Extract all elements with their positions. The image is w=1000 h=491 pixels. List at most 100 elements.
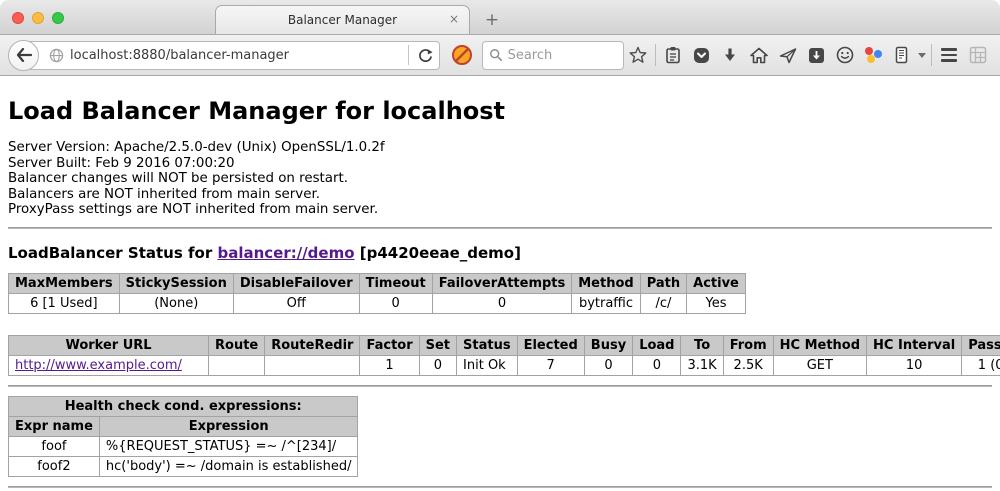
cell-routeredir bbox=[265, 355, 360, 375]
server-version-line: Server Version: Apache/2.5.0-dev (Unix) … bbox=[8, 140, 992, 156]
divider bbox=[8, 486, 992, 488]
cell-active: Yes bbox=[687, 293, 746, 313]
search-icon bbox=[489, 48, 503, 62]
worker-data-row: http://www.example.com/ 1 0 Init Ok 7 0 … bbox=[9, 355, 1000, 375]
url-bar[interactable]: localhost:8880/balancer-manager bbox=[24, 41, 440, 70]
col-elected: Elected bbox=[517, 335, 584, 355]
cell-from: 2.5K bbox=[723, 355, 773, 375]
col-hc-method: HC Method bbox=[773, 335, 866, 355]
cell-expr-name: foof2 bbox=[9, 456, 100, 476]
col-factor: Factor bbox=[360, 335, 419, 355]
health-header-row: Expr name Expression bbox=[9, 416, 358, 436]
tab-title: Balancer Manager bbox=[288, 13, 397, 27]
notebook-extension-button[interactable] bbox=[887, 40, 916, 70]
inherit-note-line: Balancers are NOT inherited from main se… bbox=[8, 187, 992, 203]
cell-busy: 0 bbox=[584, 355, 632, 375]
cell-route bbox=[209, 355, 265, 375]
cell-hc-method: GET bbox=[773, 355, 866, 375]
back-button[interactable] bbox=[8, 40, 39, 71]
downloads-button[interactable] bbox=[716, 40, 745, 70]
balancer-table: MaxMembers StickySession DisableFailover… bbox=[8, 273, 746, 314]
cell-load: 0 bbox=[633, 355, 681, 375]
status-suffix: [p4420eeae_demo] bbox=[355, 244, 521, 262]
pocket-button[interactable] bbox=[688, 40, 717, 70]
cell-factor: 1 bbox=[360, 355, 419, 375]
balancer-data-row: 6 [1 Used] (None) Off 0 0 bytraffic /c/ … bbox=[9, 293, 746, 313]
worker-header-row: Worker URL Route RouteRedir Factor Set S… bbox=[9, 335, 1000, 355]
persist-note-line: Balancer changes will NOT be persisted o… bbox=[8, 171, 992, 187]
cell-set: 0 bbox=[419, 355, 456, 375]
cell-hc-interval: 10 bbox=[867, 355, 962, 375]
tab-bar: Balancer Manager × + bbox=[0, 0, 1000, 35]
cell-maxmembers: 6 [1 Used] bbox=[9, 293, 120, 313]
col-expr-name: Expr name bbox=[9, 416, 100, 436]
balancer-header-row: MaxMembers StickySession DisableFailover… bbox=[9, 273, 746, 293]
menu-button[interactable] bbox=[935, 40, 964, 70]
divider bbox=[8, 227, 992, 229]
home-button[interactable] bbox=[745, 40, 774, 70]
url-text[interactable]: localhost:8880/balancer-manager bbox=[70, 48, 406, 63]
cell-stickysession: (None) bbox=[119, 293, 233, 313]
reading-list-button[interactable] bbox=[659, 40, 688, 70]
colordots-icon bbox=[864, 46, 882, 64]
col-worker-url: Worker URL bbox=[9, 335, 209, 355]
cell-expression: %{REQUEST_STATUS} =~ /^[234]/ bbox=[99, 436, 358, 456]
health-check-table: Health check cond. expressions: Expr nam… bbox=[8, 396, 358, 477]
close-window-button[interactable] bbox=[12, 12, 24, 24]
col-from: From bbox=[723, 335, 773, 355]
reload-button[interactable] bbox=[411, 48, 439, 63]
balancer-demo-link[interactable]: balancer://demo bbox=[217, 244, 354, 262]
back-arrow-icon bbox=[16, 48, 32, 62]
site-globe-icon bbox=[49, 48, 64, 63]
col-busy: Busy bbox=[584, 335, 632, 355]
download-extension-button[interactable] bbox=[802, 40, 831, 70]
col-hc-interval: HC Interval bbox=[867, 335, 962, 355]
plugin-blocked-icon[interactable] bbox=[449, 42, 475, 68]
search-input[interactable] bbox=[508, 48, 617, 63]
page-content: Load Balancer Manager for localhost Serv… bbox=[0, 76, 1000, 491]
cell-to: 3.1K bbox=[681, 355, 723, 375]
send-tab-button[interactable] bbox=[773, 40, 802, 70]
minimize-window-button[interactable] bbox=[32, 12, 44, 24]
col-disablefailover: DisableFailover bbox=[233, 273, 359, 293]
worker-url-link[interactable]: http://www.example.com/ bbox=[15, 358, 182, 373]
hamburger-icon bbox=[941, 48, 957, 62]
server-info: Server Version: Apache/2.5.0-dev (Unix) … bbox=[8, 140, 992, 218]
cell-method: bytraffic bbox=[572, 293, 640, 313]
new-tab-button[interactable]: + bbox=[480, 10, 504, 30]
toolbar-separator bbox=[931, 44, 932, 66]
tab-close-icon[interactable]: × bbox=[449, 13, 459, 25]
extension-colordots-button[interactable] bbox=[859, 40, 888, 70]
browser-window: Balancer Manager × + localhost:8880/bala… bbox=[0, 0, 1000, 491]
overflow-caret-icon[interactable] bbox=[918, 53, 926, 58]
cell-timeout: 0 bbox=[359, 293, 432, 313]
window-controls bbox=[12, 12, 64, 24]
bookmark-star-button[interactable] bbox=[624, 40, 653, 70]
col-routeredir: RouteRedir bbox=[265, 335, 360, 355]
urlbar-separator bbox=[408, 45, 409, 65]
col-stickysession: StickySession bbox=[119, 273, 233, 293]
status-prefix: LoadBalancer Status for bbox=[8, 244, 217, 262]
server-built-line: Server Built: Feb 9 2016 07:00:20 bbox=[8, 156, 992, 172]
col-maxmembers: MaxMembers bbox=[9, 273, 120, 293]
col-method: Method bbox=[572, 273, 640, 293]
cell-elected: 7 bbox=[517, 355, 584, 375]
page-title: Load Balancer Manager for localhost bbox=[8, 76, 992, 140]
search-bar[interactable] bbox=[482, 41, 624, 70]
tab-groups-button[interactable] bbox=[964, 40, 993, 70]
proxypass-note-line: ProxyPass settings are NOT inherited fro… bbox=[8, 202, 992, 218]
cell-path: /c/ bbox=[640, 293, 686, 313]
cell-expression: hc('body') =~ /domain is established/ bbox=[99, 456, 358, 476]
col-set: Set bbox=[419, 335, 456, 355]
col-timeout: Timeout bbox=[359, 273, 432, 293]
cell-expr-name: foof bbox=[9, 436, 100, 456]
health-title-row: Health check cond. expressions: bbox=[9, 396, 358, 416]
col-path: Path bbox=[640, 273, 686, 293]
feedback-smiley-button[interactable] bbox=[830, 40, 859, 70]
tab-balancer-manager[interactable]: Balancer Manager × bbox=[215, 5, 470, 34]
zoom-window-button[interactable] bbox=[52, 12, 64, 24]
col-failoverattempts: FailoverAttempts bbox=[432, 273, 572, 293]
health-table-title: Health check cond. expressions: bbox=[9, 396, 358, 416]
col-active: Active bbox=[687, 273, 746, 293]
health-data-row: foof2 hc('body') =~ /domain is establish… bbox=[9, 456, 358, 476]
